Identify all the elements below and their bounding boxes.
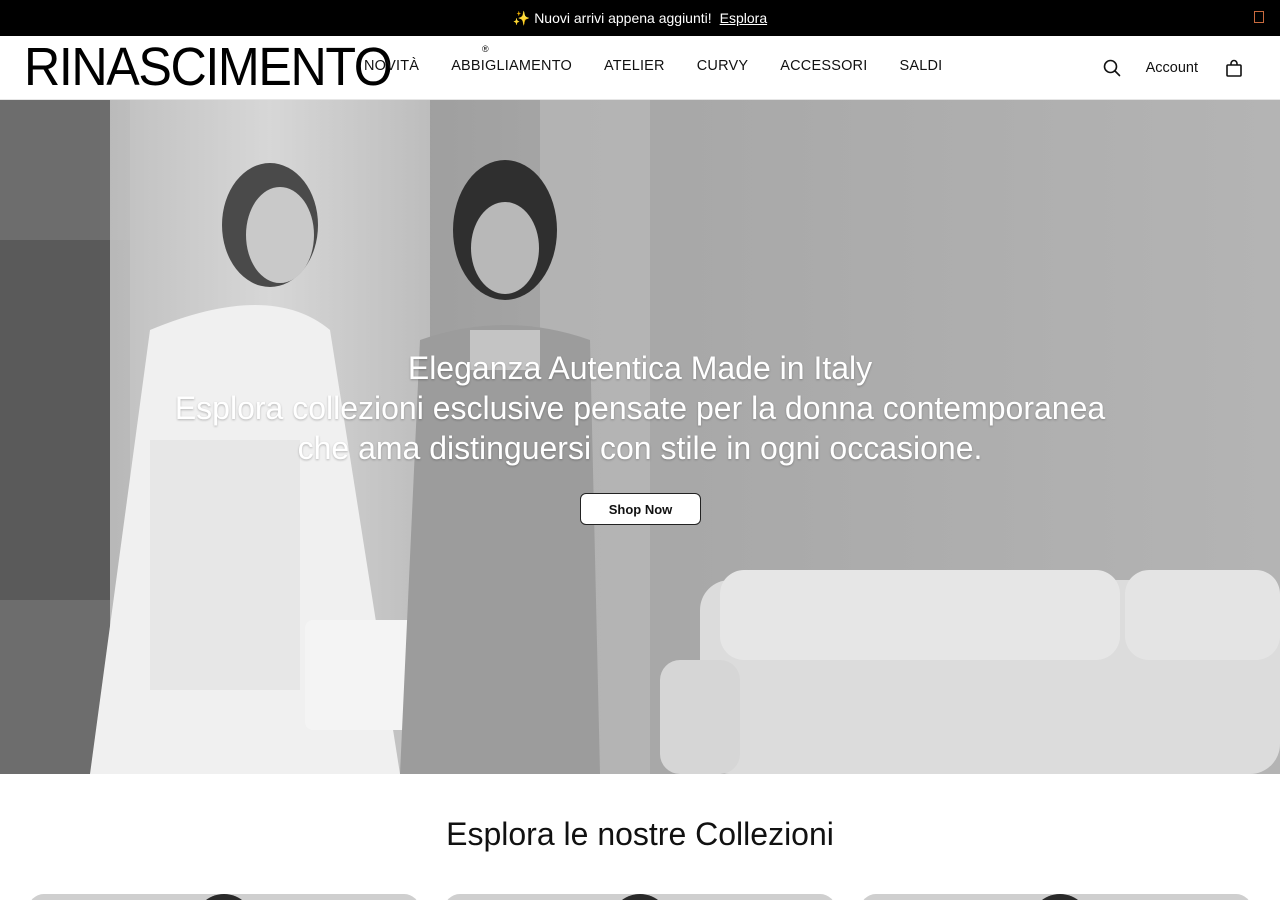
hero-banner: Eleganza Autentica Made in Italy Esplora… [0, 100, 1280, 774]
hero-text: Eleganza Autentica Made in Italy Esplora… [0, 348, 1280, 468]
nav-item-curvy[interactable]: CURVY [697, 58, 749, 74]
hero-subtitle-line-1: Esplora collezioni esclusive pensate per… [174, 390, 1106, 426]
hero-title: Eleganza Autentica Made in Italy [407, 350, 873, 386]
announcement-bar: ✨ Nuovi arrivi appena aggiunti! Esplora [0, 0, 1280, 36]
collection-card-image [1030, 894, 1090, 900]
collection-card-image [194, 894, 254, 900]
hero-subtitle-line-2: che ama distinguersi con stile in ogni o… [297, 430, 983, 466]
shopping-bag-icon[interactable] [1220, 54, 1248, 82]
collection-card[interactable] [860, 894, 1252, 900]
nav-item-saldi[interactable]: SALDI [899, 58, 942, 74]
nav-item-accessori[interactable]: ACCESSORI [780, 58, 867, 74]
nav-item-atelier[interactable]: ATELIER [604, 58, 665, 74]
collection-card[interactable] [444, 894, 836, 900]
nav-item-abbigliamento[interactable]: ABBIGLIAMENTO [451, 58, 572, 74]
nav-item-novita[interactable]: NOVITÀ [364, 58, 419, 74]
search-icon[interactable] [1098, 54, 1126, 82]
announcement-explore-link[interactable]: Esplora [720, 10, 767, 26]
collection-card[interactable] [28, 894, 420, 900]
collection-card-image [610, 894, 670, 900]
main-nav: NOVITÀ ABBIGLIAMENTO ATELIER CURVY ACCES… [364, 58, 974, 74]
header-actions: Account [1098, 54, 1248, 82]
logo-wordmark: RINASCIMENTO [24, 37, 393, 97]
close-icon[interactable] [1254, 11, 1264, 23]
account-link[interactable]: Account [1146, 60, 1198, 76]
announcement-message: ✨ Nuovi arrivi appena aggiunti! [512, 9, 712, 26]
logo-registered-mark: ® [482, 44, 489, 54]
site-header: RINASCIMENTO ® NOVITÀ ABBIGLIAMENTO ATEL… [0, 36, 1280, 100]
shop-now-button[interactable]: Shop Now [580, 493, 701, 525]
collections-title: Esplora le nostre Collezioni [446, 816, 834, 852]
